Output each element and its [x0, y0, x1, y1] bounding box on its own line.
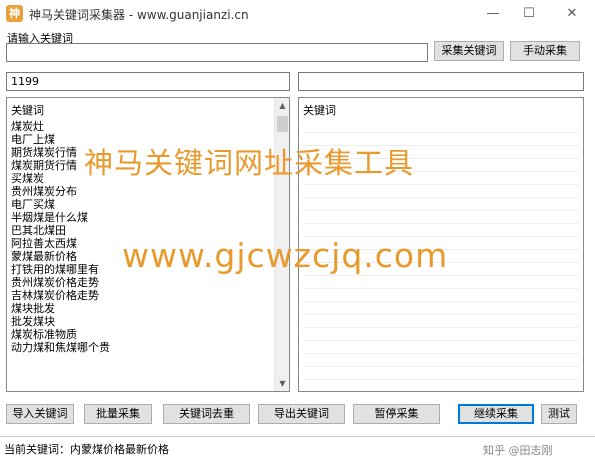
scroll-up-icon[interactable]: ▲ — [275, 98, 289, 113]
credit-watermark: 知乎 @田志刚 — [483, 444, 553, 457]
window-title: 神马关键词采集器 - www.guanjianzi.cn — [29, 8, 249, 22]
app-icon: 神 — [6, 5, 23, 22]
list-item[interactable]: 吉林煤炭价格走势 — [7, 289, 289, 302]
right-list-header: 关键词 — [303, 104, 336, 117]
list-item[interactable]: 电厂买煤 — [7, 198, 289, 211]
list-item[interactable]: 贵州煤炭分布 — [7, 185, 289, 198]
continue-collect-button[interactable]: 继续采集 — [458, 404, 534, 424]
minimize-icon[interactable]: — — [482, 4, 504, 24]
collect-keyword-button[interactable]: 采集关键词 — [434, 41, 504, 61]
manual-collect-button[interactable]: 手动采集 — [510, 41, 580, 61]
import-keywords-button[interactable]: 导入关键词 — [6, 404, 74, 424]
maximize-icon[interactable]: ☐ — [518, 4, 540, 24]
right-count-field[interactable] — [298, 72, 584, 91]
left-list-header: 关键词 — [11, 104, 44, 117]
list-item[interactable]: 半烟煤是什么煤 — [7, 211, 289, 224]
url-watermark: www.gjcwzcjq.com — [122, 236, 449, 275]
list-item[interactable]: 贵州煤炭价格走势 — [7, 276, 289, 289]
title-bar: 神 神马关键词采集器 - www.guanjianzi.cn — ☐ ✕ — [0, 0, 595, 28]
list-item[interactable]: 批发煤块 — [7, 315, 289, 328]
batch-collect-button[interactable]: 批量采集 — [84, 404, 152, 424]
left-count-field[interactable]: 1199 — [6, 72, 290, 91]
close-icon[interactable]: ✕ — [561, 4, 583, 24]
test-button[interactable]: 测试 — [541, 404, 577, 424]
pause-collect-button[interactable]: 暂停采集 — [353, 404, 440, 424]
list-item[interactable]: 动力煤和焦煤哪个贵 — [7, 341, 289, 354]
scroll-thumb[interactable] — [277, 116, 288, 132]
list-item[interactable]: 煤炭标准物质 — [7, 328, 289, 341]
list-item[interactable]: 煤炭灶 — [7, 120, 289, 133]
dedupe-keywords-button[interactable]: 关键词去重 — [163, 404, 250, 424]
current-keyword-status: 当前关键词：内蒙煤价格最新价格 — [4, 443, 169, 456]
export-keywords-button[interactable]: 导出关键词 — [258, 404, 345, 424]
keyword-input[interactable] — [6, 43, 428, 62]
title-watermark: 神马关键词网址采集工具 — [84, 146, 415, 180]
scroll-down-icon[interactable]: ▼ — [275, 376, 289, 391]
list-item[interactable]: 煤块批发 — [7, 302, 289, 315]
